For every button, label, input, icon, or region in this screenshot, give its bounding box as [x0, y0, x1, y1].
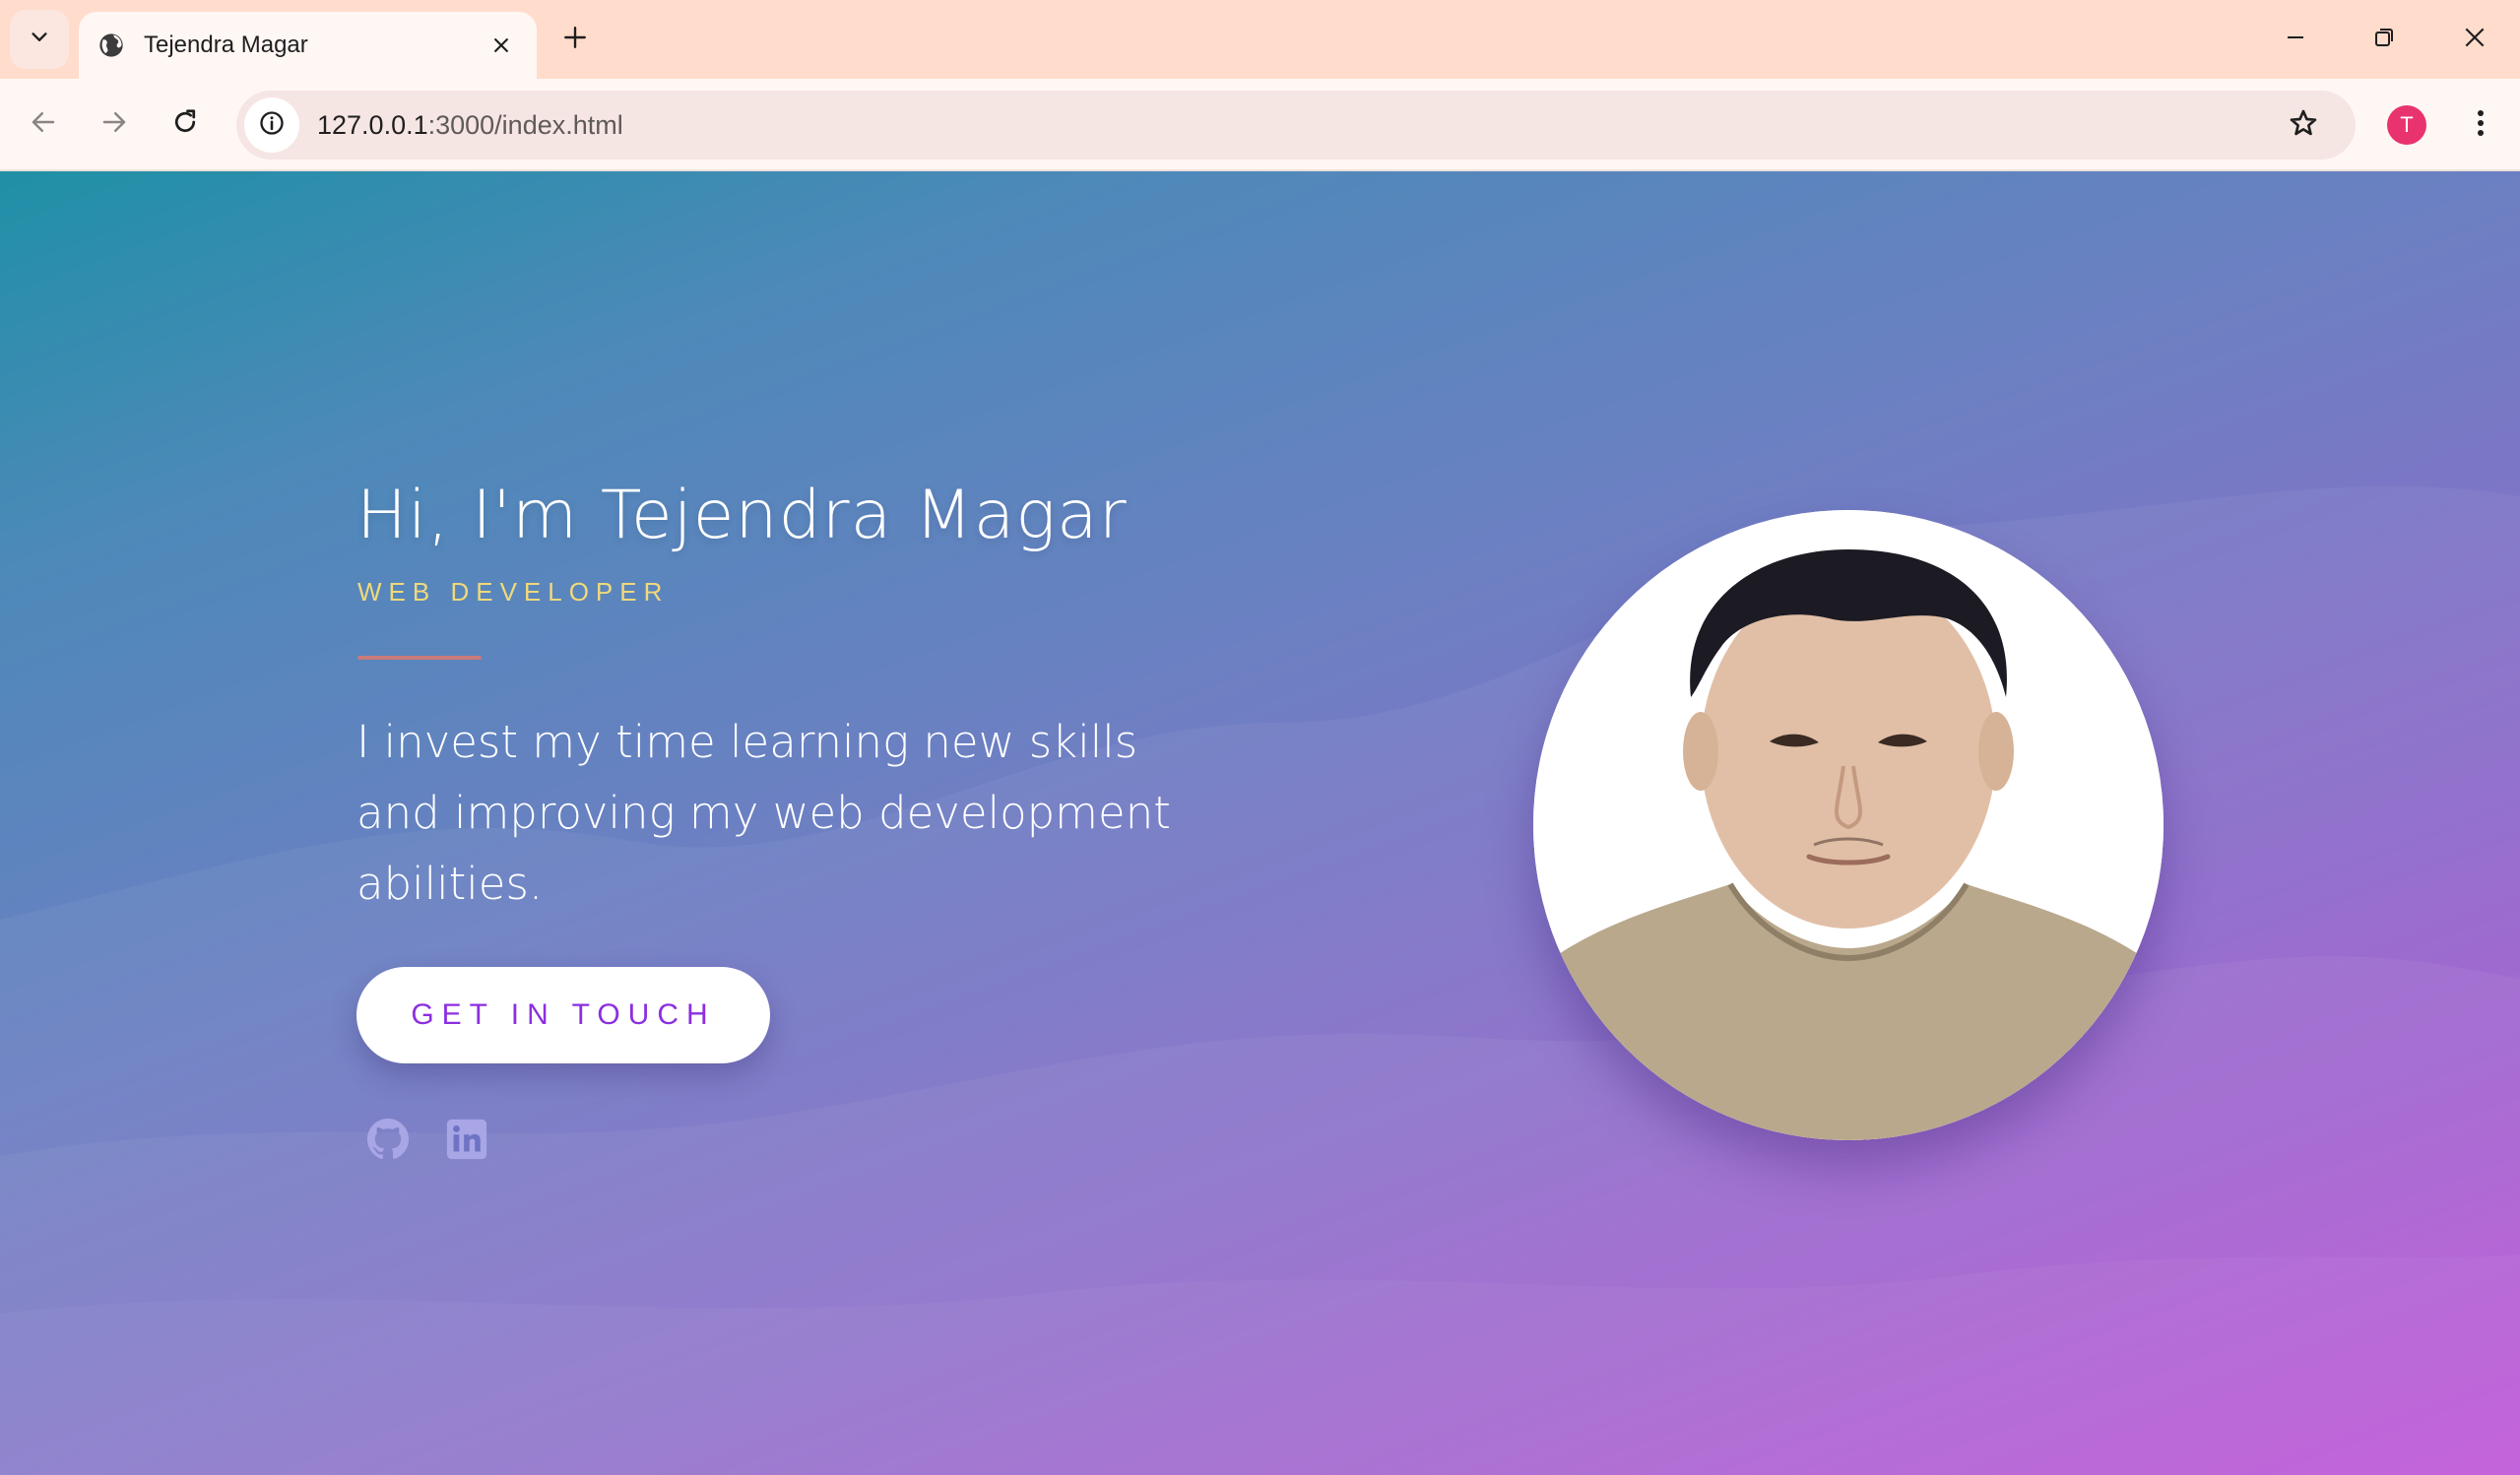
address-bar[interactable]: 127.0.0.1:3000/index.html — [236, 91, 2356, 160]
more-vert-icon — [2476, 108, 2486, 142]
star-icon — [2288, 107, 2319, 143]
reload-icon — [170, 107, 200, 141]
tab-search-button[interactable] — [10, 10, 69, 69]
profile-photo — [1533, 510, 2164, 1140]
info-icon — [258, 109, 286, 141]
linkedin-link[interactable] — [442, 1117, 491, 1166]
hero-role: WEB DEVELOPER — [357, 577, 670, 607]
browser-toolbar: 127.0.0.1:3000/index.html T — [0, 79, 2520, 171]
close-tab-icon[interactable] — [484, 28, 519, 63]
url-path: :3000/index.html — [427, 109, 623, 140]
tab-strip: Tejendra Magar — [0, 0, 2520, 79]
bookmark-button[interactable] — [2279, 100, 2328, 150]
close-icon — [2462, 25, 2488, 54]
globe-icon — [97, 31, 126, 60]
site-info-button[interactable] — [244, 97, 299, 153]
page-viewport: Hi, I'm Tejendra Magar WEB DEVELOPER I i… — [0, 171, 2520, 1475]
close-window-button[interactable] — [2440, 10, 2509, 69]
browser-tab[interactable]: Tejendra Magar — [79, 12, 537, 79]
profile-avatar[interactable]: T — [2387, 105, 2426, 145]
github-icon — [364, 1116, 412, 1167]
linkedin-icon — [444, 1117, 489, 1166]
restore-icon — [2372, 26, 2396, 53]
restore-button[interactable] — [2350, 10, 2419, 69]
new-tab-button[interactable] — [555, 18, 595, 61]
back-button[interactable] — [16, 96, 71, 152]
minimize-icon — [2284, 26, 2307, 53]
arrow-right-icon — [99, 107, 129, 141]
get-in-touch-button[interactable]: GET IN TOUCH — [356, 967, 770, 1063]
forward-button[interactable] — [87, 96, 142, 152]
url-text: 127.0.0.1:3000/index.html — [317, 110, 623, 141]
hero-divider — [357, 656, 482, 660]
hero-description: I invest my time learning new skills and… — [356, 716, 1171, 910]
arrow-left-icon — [29, 107, 58, 141]
url-host: 127.0.0.1 — [317, 109, 428, 140]
reload-button[interactable] — [158, 96, 213, 152]
tab-title: Tejendra Magar — [144, 32, 308, 58]
chevron-down-icon — [29, 27, 50, 52]
minimize-button[interactable] — [2261, 10, 2330, 69]
plus-icon — [562, 25, 588, 54]
hero-title: Hi, I'm Tejendra Magar — [356, 477, 1128, 554]
browser-menu-button[interactable] — [2456, 98, 2505, 152]
github-link[interactable] — [363, 1117, 413, 1166]
